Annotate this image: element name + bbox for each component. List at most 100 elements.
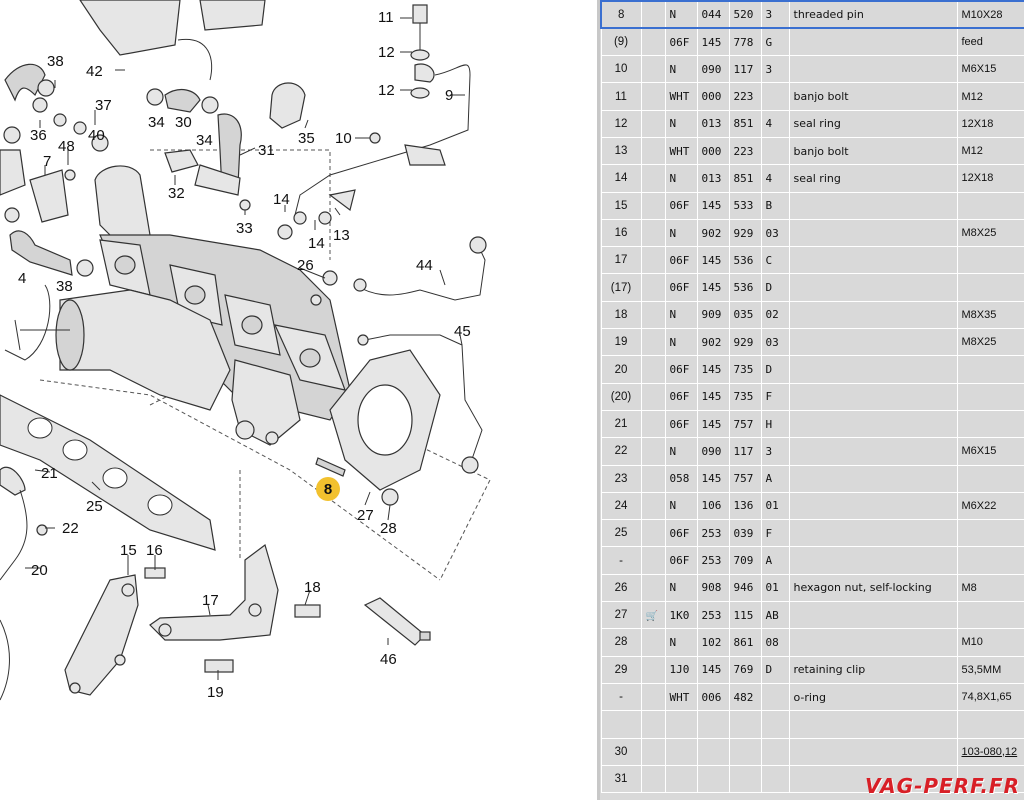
parts-row[interactable]: 30 103-080,12 — [600, 737, 1024, 766]
parts-row[interactable]: (20) 06F 145 735 F — [600, 382, 1024, 411]
callout-11[interactable]: 11 — [378, 9, 394, 26]
parts-row[interactable]: 15 06F 145 533 B — [600, 191, 1024, 220]
callout-34a[interactable]: 34 — [148, 114, 165, 131]
cell-desc: retaining clip — [788, 655, 958, 684]
cell-main: 145 — [696, 655, 730, 684]
threaded-pin-8[interactable] — [315, 457, 346, 477]
callout-33[interactable]: 33 — [236, 220, 253, 237]
parts-row[interactable]: -06F 253 709 A — [600, 546, 1024, 575]
callout-13[interactable]: 13 — [333, 227, 350, 244]
parts-row[interactable]: 17 06F 145 536 C — [600, 246, 1024, 275]
callout-21[interactable]: 21 — [41, 465, 58, 482]
parts-row[interactable]: 22 N 090 117 3 M6X15 — [600, 437, 1024, 466]
callout-25[interactable]: 25 — [86, 498, 103, 515]
cell-spec — [956, 710, 1024, 739]
parts-row[interactable]: 8 N 044 520 3 threaded pin M10X28 — [600, 0, 1024, 30]
callout-28[interactable]: 28 — [380, 520, 397, 537]
cell-desc — [788, 27, 958, 57]
parts-row[interactable]: 12 N 013 851 4 seal ring 12X18 — [600, 109, 1024, 138]
row-icon-cell — [640, 682, 666, 712]
callout-10[interactable]: 10 — [335, 130, 352, 147]
callout-32[interactable]: 32 — [168, 185, 185, 202]
row-icon-cell — [640, 737, 666, 766]
parts-row[interactable]: 16 N 902 929 03 M8X25 — [600, 218, 1024, 248]
cell-main: 253 — [696, 519, 730, 548]
callout-4[interactable]: 4 — [18, 270, 26, 287]
cell-suffix: 03 — [760, 218, 790, 248]
cell-spec[interactable]: 103-080,12 — [956, 737, 1024, 766]
cell-prefix — [664, 710, 698, 739]
callout-31[interactable]: 31 — [258, 142, 275, 159]
callout-35[interactable]: 35 — [298, 130, 315, 147]
parts-row[interactable]: 10 N 090 117 3 M6X15 — [600, 55, 1024, 84]
cart-icon[interactable]: 🛒 — [646, 611, 658, 622]
cell-prefix: WHT — [664, 136, 698, 166]
callout-17[interactable]: 17 — [202, 592, 219, 609]
cell-desc — [788, 409, 958, 439]
parts-row[interactable]: 21 06F 145 757 H — [600, 409, 1024, 439]
callout-36[interactable]: 36 — [30, 127, 47, 144]
cell-item — [600, 710, 642, 739]
parts-row[interactable]: 28 N 102 861 08 M10 — [600, 628, 1024, 657]
callout-37[interactable]: 37 — [95, 97, 112, 114]
callout-7[interactable]: 7 — [43, 153, 51, 170]
parts-row[interactable]: 20 06F 145 735 D — [600, 355, 1024, 384]
parts-row[interactable]: 11 WHT 000 223 banjo bolt M12 — [600, 82, 1024, 111]
cell-suffix: F — [760, 382, 790, 411]
cell-item: 29 — [600, 655, 642, 684]
callout-9[interactable]: 9 — [445, 87, 453, 104]
callout-30[interactable]: 30 — [175, 114, 192, 131]
callout-22[interactable]: 22 — [62, 520, 79, 537]
callout-14b[interactable]: 14 — [308, 235, 325, 252]
cell-suffix — [760, 737, 790, 766]
callout-8[interactable]: 8 — [324, 481, 332, 498]
parts-row[interactable]: 14 N 013 851 4 seal ring 12X18 — [600, 164, 1024, 193]
cell-spec: M6X15 — [956, 55, 1024, 84]
parts-row[interactable]: 26 N 908 946 01 hexagon nut, self-locking M8 — [600, 573, 1024, 603]
parts-row[interactable]: 13 WHT 000 223 banjo bolt M12 — [600, 136, 1024, 166]
callout-16[interactable]: 16 — [146, 542, 163, 559]
callout-19[interactable]: 19 — [207, 684, 224, 701]
callout-12b[interactable]: 12 — [378, 82, 395, 99]
callout-38b[interactable]: 38 — [56, 278, 73, 295]
cell-sub: 533 — [728, 191, 762, 220]
callout-45[interactable]: 45 — [454, 323, 471, 340]
parts-row[interactable] — [600, 710, 1024, 739]
callout-12a[interactable]: 12 — [378, 44, 395, 61]
cell-suffix: 03 — [760, 328, 790, 357]
cell-main: 902 — [696, 218, 730, 248]
exploded-parts-diagram[interactable]: 8 11 12 12 9 10 38 42 37 36 40 35 34 30 … — [0, 0, 597, 800]
cell-desc — [788, 246, 958, 275]
parts-row[interactable]: 19 N 902 929 03 M8X25 — [600, 328, 1024, 357]
parts-row[interactable]: 23 058 145 757 A — [600, 464, 1024, 493]
callout-20[interactable]: 20 — [31, 562, 48, 579]
parts-row[interactable]: 25 06F 253 039 F — [600, 519, 1024, 548]
callout-34b[interactable]: 34 — [196, 132, 213, 149]
cell-desc — [788, 355, 958, 384]
parts-row[interactable]: (9) 06F 145 778 Gfeed — [600, 27, 1024, 57]
cell-item: 12 — [600, 109, 642, 138]
parts-row[interactable]: 29 1J0 145 769 Dretaining clip 53,5MM — [600, 655, 1024, 684]
cell-spec — [956, 382, 1024, 411]
callout-40[interactable]: 40 — [88, 127, 105, 144]
row-icon-cell — [640, 710, 666, 739]
parts-row[interactable]: - WHT 006 482 o-ring 74,8X1,65 — [600, 682, 1024, 712]
callout-15[interactable]: 15 — [120, 542, 137, 559]
callout-42[interactable]: 42 — [86, 63, 103, 80]
parts-row[interactable]: 27 🛒 1K0 253 115 AB — [600, 601, 1024, 630]
row-icon-cell — [640, 273, 666, 302]
cell-prefix: N — [664, 328, 698, 357]
cell-sub: 223 — [728, 136, 762, 166]
callout-18[interactable]: 18 — [304, 579, 321, 596]
cell-prefix: N — [664, 0, 698, 30]
parts-row[interactable]: (17) 06F 145 536 D — [600, 273, 1024, 302]
callout-46[interactable]: 46 — [380, 651, 397, 668]
parts-row[interactable]: 18 N 909 035 02 M8X35 — [600, 300, 1024, 330]
callout-48[interactable]: 48 — [58, 138, 75, 155]
callout-44[interactable]: 44 — [416, 257, 433, 274]
callout-26[interactable]: 26 — [297, 257, 314, 274]
callout-27[interactable]: 27 — [357, 507, 374, 524]
callout-14a[interactable]: 14 — [273, 191, 290, 208]
parts-row[interactable]: 24 N 106 136 01 M6X22 — [600, 491, 1024, 521]
callout-38a[interactable]: 38 — [47, 53, 64, 70]
